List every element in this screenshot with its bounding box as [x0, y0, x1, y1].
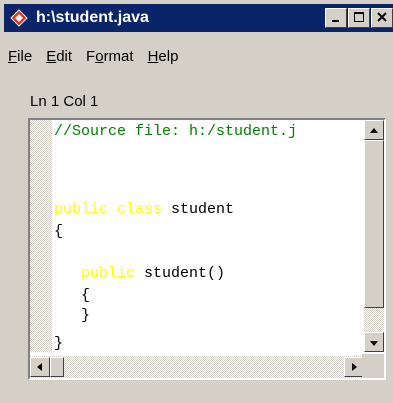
- menu-help[interactable]: Help: [148, 48, 179, 65]
- horizontal-scrollbar[interactable]: [30, 356, 364, 378]
- menu-format-label: rmat: [103, 48, 134, 65]
- scroll-down-button[interactable]: [364, 332, 384, 352]
- menu-format-accel: o: [95, 48, 104, 65]
- minimize-button[interactable]: [325, 8, 347, 28]
- scroll-right-button[interactable]: [344, 357, 364, 377]
- menu-help-accel: H: [147, 48, 159, 65]
- code-line-open-brace: {: [54, 223, 64, 240]
- close-button[interactable]: [371, 8, 393, 28]
- menu-file-label: ile: [17, 48, 33, 65]
- code-area[interactable]: //Source file: h:/student.j public class…: [54, 120, 360, 352]
- arrow-up-icon: [369, 122, 379, 138]
- menu-format-pre: F: [86, 48, 96, 65]
- menu-file[interactable]: File: [8, 48, 32, 65]
- horizontal-scroll-thumb[interactable]: [50, 357, 64, 377]
- keyword-public: public: [81, 265, 136, 282]
- editor-gutter: [30, 120, 52, 352]
- scroll-left-button[interactable]: [30, 357, 50, 377]
- ctor-close-brace: }: [81, 307, 91, 324]
- window-title: h:\student.java: [36, 9, 149, 26]
- class-name: student: [162, 201, 235, 218]
- code-line-constructor: public student(): [54, 264, 225, 284]
- ctor-open-brace: {: [81, 287, 91, 304]
- close-icon: [376, 10, 388, 26]
- scroll-up-button[interactable]: [364, 120, 384, 140]
- code-line-class-decl: public class student: [54, 200, 234, 220]
- arrow-down-icon: [369, 334, 379, 350]
- title-bar[interactable]: h:\student.java: [4, 4, 393, 32]
- menu-bar: File Edit Format Help: [8, 48, 192, 65]
- java-diamond-icon: [10, 8, 30, 28]
- arrow-right-icon: [350, 359, 358, 375]
- menu-help-label: elp: [158, 48, 179, 65]
- menu-file-accel: F: [8, 48, 18, 65]
- scrollbar-corner: [362, 354, 384, 378]
- code-line-comment: //Source file: h:/student.j: [54, 123, 298, 140]
- maximize-icon: [353, 10, 365, 26]
- arrow-left-icon: [36, 359, 44, 375]
- minimize-icon: [330, 10, 342, 26]
- vertical-scroll-thumb[interactable]: [364, 140, 384, 308]
- menu-edit[interactable]: Edit: [46, 48, 72, 65]
- menu-format[interactable]: Format: [86, 48, 134, 65]
- code-editor[interactable]: //Source file: h:/student.j public class…: [28, 118, 386, 380]
- menu-edit-label: dit: [56, 48, 73, 65]
- code-line-close-brace: }: [54, 335, 64, 352]
- code-line-ctor-open-brace: {: [54, 286, 90, 306]
- maximize-button[interactable]: [348, 8, 370, 28]
- code-line-ctor-close-brace: }: [54, 306, 90, 326]
- constructor-name: student(): [135, 265, 226, 282]
- menu-edit-accel: E: [46, 48, 57, 65]
- vertical-scrollbar[interactable]: [364, 120, 384, 352]
- keyword-public-class: public class: [54, 201, 163, 218]
- cursor-position-status: Ln 1 Col 1: [30, 93, 99, 110]
